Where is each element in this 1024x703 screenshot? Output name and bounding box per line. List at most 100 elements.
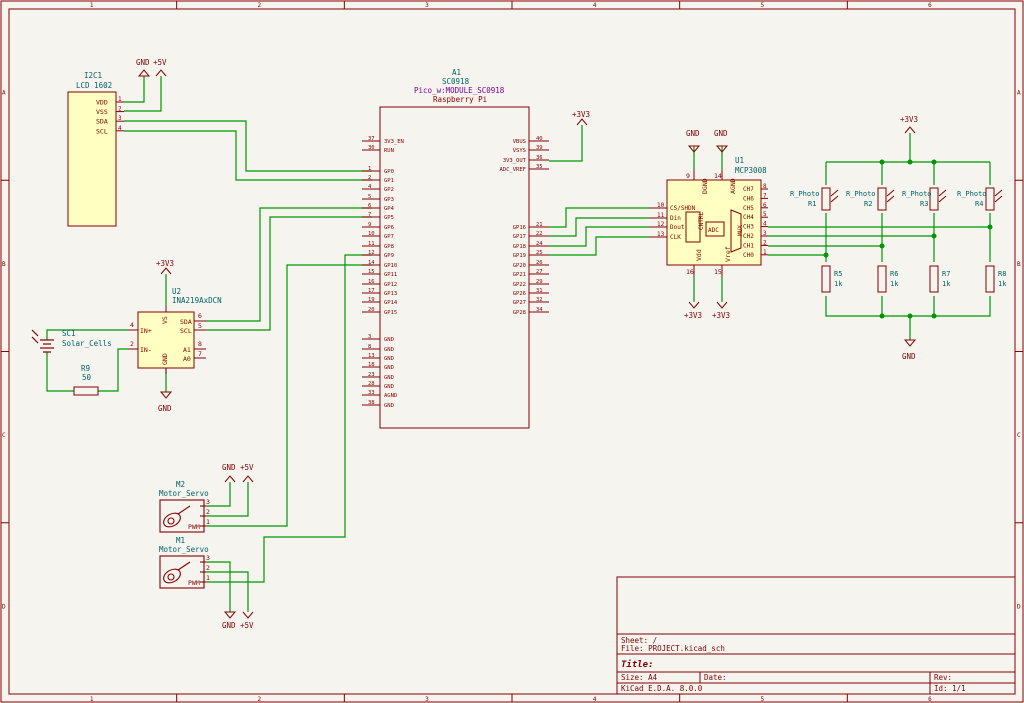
- ina-pin-num: 8: [198, 340, 202, 348]
- mcp-pin-num: 5: [763, 211, 767, 218]
- pico-pin-name: GP19: [513, 253, 526, 259]
- frame-column-label: 6: [928, 696, 932, 703]
- mcp-pin-name: CH1: [743, 242, 754, 249]
- pico-pin-name: GP8: [384, 244, 394, 250]
- servo-ref: M2: [176, 480, 185, 489]
- r9-ref: R9: [81, 364, 90, 373]
- p5v-label: +5V: [240, 463, 254, 472]
- servo-pin-num: 1: [206, 518, 210, 526]
- photo-ref: R1: [808, 200, 816, 208]
- pico-pin-num: 1: [368, 166, 371, 172]
- gnd-label: GND: [136, 58, 150, 67]
- frame-column-label: 1: [90, 696, 94, 703]
- lcd-pin-name: SCL: [96, 127, 108, 135]
- solar-cell-symbol[interactable]: SC1 Solar_Cells: [31, 329, 112, 353]
- servo-m2[interactable]: M2 Motor_Servo 3 2 1 PWM: [159, 480, 210, 533]
- mcp-pin-name: CH6: [743, 195, 754, 202]
- mcp3008-symbol[interactable]: U1 MCP3008 CNTRL ADC MUX 10 CS/SHDN11 Din1…: [649, 156, 768, 276]
- pico-pin-name: ADC_VREF: [500, 167, 527, 173]
- photo-value: R_Photo: [846, 190, 876, 198]
- lcd-1602-symbol[interactable]: I2C1 LCD 1602 1 VDD 2 VSS 3 SDA 4 SCL: [67, 71, 124, 227]
- pulldown-ref: R6: [890, 270, 898, 278]
- mcp-pin-num: 15: [714, 268, 722, 276]
- gnd-label: GND: [686, 129, 700, 138]
- pico-pin-num: 5: [368, 194, 371, 200]
- frame-row-label: A: [2, 90, 6, 97]
- photo-value: R_Photo: [957, 190, 987, 198]
- pico-pin-num: 37: [368, 136, 375, 142]
- frame-column-label: 3: [425, 2, 429, 9]
- photo-resistor-r2[interactable]: R_Photo R2: [846, 187, 895, 211]
- mcp-pin-name: CH2: [743, 233, 754, 240]
- photo-resistor-r4[interactable]: R_Photo R4: [957, 187, 1003, 211]
- resistor-r9[interactable]: R9 50: [73, 364, 99, 396]
- mcp-pin-num: 11: [657, 212, 665, 219]
- junctions: [823, 159, 993, 319]
- p3v3-label: +3V3: [156, 259, 174, 268]
- frame-row-label: C: [2, 432, 6, 439]
- mcp-pin-name: CH3: [743, 224, 754, 231]
- pico-pin-num: 40: [536, 136, 543, 142]
- photo-resistor-network: R_PhotoR1R_PhotoR2R_PhotoR3R_PhotoR4R51k…: [790, 187, 1007, 293]
- servo-pwm-label: PWM: [188, 579, 200, 587]
- pico-footprint: Pico_w:MODULE_SC0918: [414, 86, 505, 95]
- photo-resistor-r3[interactable]: R_Photo R3: [902, 187, 947, 211]
- pico-pin-num: 34: [536, 307, 543, 313]
- servo-value: Motor_Servo: [159, 489, 209, 498]
- pico-pin-num: 38: [368, 400, 375, 406]
- frame-row-label: B: [1017, 261, 1021, 268]
- photo-value: R_Photo: [902, 190, 932, 198]
- servo-value: Motor_Servo: [159, 545, 209, 554]
- servo-pin-num: 1: [206, 574, 210, 582]
- mcp-pin-num: 13: [657, 231, 665, 238]
- pico-pin-name: GP11: [384, 272, 397, 278]
- frame-column-label: 2: [258, 696, 262, 703]
- ina-pin-num: 4: [130, 321, 134, 329]
- servo-pwm-label: PWM: [188, 523, 200, 531]
- ina-pin-name: SCL: [180, 327, 192, 335]
- pico-pin-num: 17: [368, 288, 375, 294]
- title-title: Title:: [621, 659, 654, 670]
- frame-column-label: 5: [761, 2, 765, 9]
- solar-value: Solar_Cells: [62, 339, 112, 348]
- mcp-ref: U1: [735, 156, 744, 165]
- pico-pin-name: GP26: [513, 291, 526, 297]
- frame-column-label: 3: [425, 696, 429, 703]
- pico-pin-name: GND: [384, 403, 394, 409]
- photo-resistor-r1[interactable]: R_Photo R1: [790, 187, 839, 211]
- ina-pin-name: IN+: [140, 327, 152, 335]
- pico-pin-name: GP18: [513, 244, 526, 250]
- lcd-pin-num: 2: [118, 106, 122, 113]
- p3v3-label: +3V3: [712, 311, 730, 320]
- pico-pin-name: GP28: [513, 310, 526, 316]
- pico-pin-name: GND: [384, 375, 394, 381]
- mcp-pin-num: 14: [714, 172, 722, 180]
- title-block: Sheet: / File: PROJECT.kicad_sch Title: …: [616, 576, 1016, 695]
- mcp-pin-num: 6: [763, 202, 767, 209]
- pico-pin-num: 26: [536, 260, 543, 266]
- pico-pin-num: 16: [368, 279, 375, 285]
- gnd-label: GND: [158, 404, 172, 413]
- pulldown-resistor-r5[interactable]: R51k: [821, 265, 843, 293]
- pico-pin-num: 25: [536, 250, 543, 256]
- ina-pin-name: IN-: [140, 346, 152, 354]
- pico-pin-num: 36: [536, 155, 543, 161]
- pulldown-resistor-r8[interactable]: R81k: [985, 265, 1007, 293]
- mcp-pin-name: DGND: [701, 178, 709, 194]
- pulldown-resistor-r6[interactable]: R61k: [877, 265, 899, 293]
- title-size: Size: A4: [621, 673, 658, 682]
- mcp-pin-num: 12: [657, 221, 665, 228]
- pulldown-resistor-r7[interactable]: R71k: [929, 265, 951, 293]
- pico-pin-name: VBUS: [513, 139, 526, 145]
- pico-description: Raspberry Pi: [433, 95, 487, 104]
- servo-m1[interactable]: M1 Motor_Servo 3 2 1 PWM: [159, 536, 210, 589]
- pico-pin-name: RUN: [384, 148, 394, 154]
- pico-symbol[interactable]: A1 SC0918 Pico_w:MODULE_SC0918 Raspberry…: [362, 68, 549, 429]
- pico-ref: A1: [452, 68, 461, 77]
- pico-pin-name: GP20: [513, 263, 526, 269]
- title-tool: KiCad E.D.A. 8.0.0: [621, 684, 703, 693]
- pico-pin-num: 15: [368, 269, 375, 275]
- r9-value: 50: [82, 373, 92, 382]
- pico-pin-num: 35: [536, 164, 543, 170]
- pico-pin-num: 19: [368, 297, 375, 303]
